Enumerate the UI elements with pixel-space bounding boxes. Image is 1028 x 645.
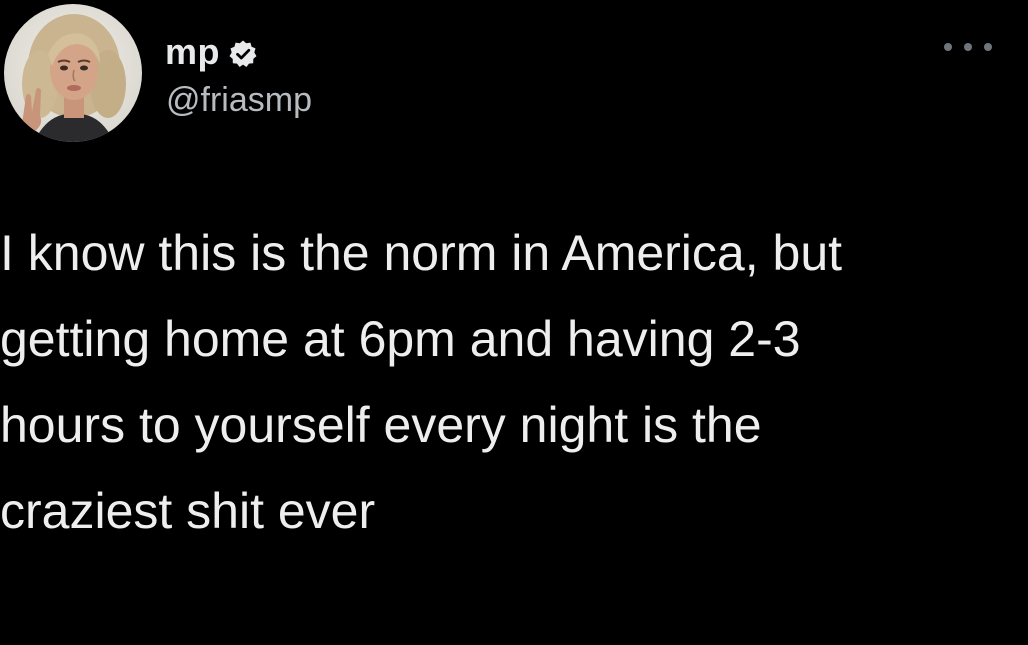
tweet-text-line: craziest shit ever [0,483,376,539]
tweet-text: I know this is the norm in America, but … [0,210,1020,554]
author-handle[interactable]: @friasmp [166,80,312,121]
avatar-image [4,4,142,142]
more-dot [944,43,952,51]
tweet-text-line: hours to yourself every night is the [0,397,762,453]
tweet-card: mp @friasmp I know this is the norm in A… [0,0,1028,645]
more-options-icon[interactable] [944,36,992,58]
more-dot [964,43,972,51]
avatar[interactable] [4,4,142,142]
more-dot [984,43,992,51]
tweet-text-line: I know this is the norm in America, but [0,225,843,281]
tweet-text-line: getting home at 6pm and having 2-3 [0,311,801,367]
verified-badge-icon [228,39,258,69]
display-name[interactable]: mp [165,34,220,70]
author-name-row: mp [165,30,258,74]
